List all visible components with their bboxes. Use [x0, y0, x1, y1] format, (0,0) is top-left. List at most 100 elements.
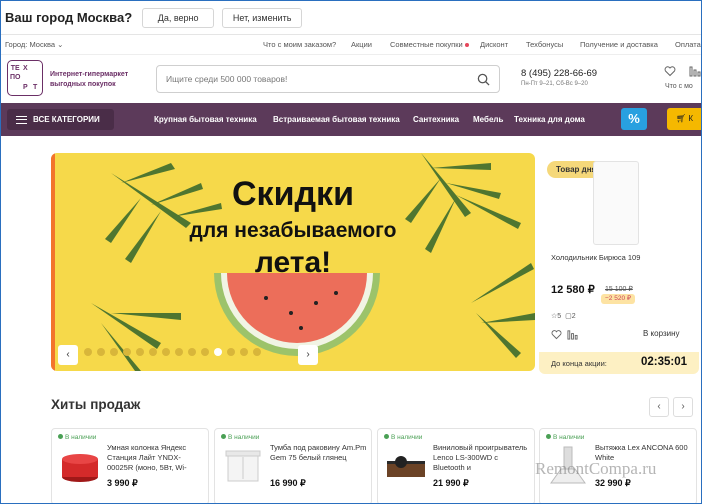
search-placeholder: Ищите среди 500 000 товаров!	[166, 74, 288, 84]
pagination-dot[interactable]	[240, 348, 248, 356]
product-price: 32 990 ₽	[595, 478, 631, 488]
stock-status: В наличии	[546, 434, 584, 441]
compare-icon[interactable]	[689, 65, 701, 77]
watermark: RemontCompa.ru	[535, 459, 657, 478]
fridge-image[interactable]	[593, 161, 639, 245]
pagination-dot[interactable]	[84, 348, 92, 356]
phone-number[interactable]: 8 (495) 228-66-69	[521, 68, 597, 79]
category-nav: ВСЕ КАТЕГОРИИ Крупная бытовая техника Вс…	[1, 103, 701, 136]
rating-value: 5	[557, 313, 562, 320]
link-delivery[interactable]: Получение и доставка	[580, 40, 658, 49]
search-icon[interactable]	[477, 73, 490, 86]
product-card[interactable]: В наличии Умная колонка Яндекс Станция Л…	[51, 428, 209, 503]
pagination-dot[interactable]	[162, 348, 170, 356]
banner-prev-button[interactable]: ‹	[58, 345, 78, 365]
logo-letters: ПО	[10, 74, 21, 82]
change-city-button[interactable]: Нет, изменить	[222, 7, 303, 28]
logo-letters: Р	[23, 83, 28, 91]
search-input[interactable]: Ищите среди 500 000 товаров!	[156, 65, 500, 93]
turntable-image	[387, 456, 425, 477]
heart-icon[interactable]	[551, 329, 562, 340]
link-order-status[interactable]: Что с моим заказом?	[263, 40, 336, 49]
product-name[interactable]: Тумба под раковину Am.Pm Gem 75 белый гл…	[270, 443, 368, 463]
work-hours: Пн-Пт 9–21, Сб-Вс 9–20	[521, 81, 588, 87]
banner-title-line1: Скидки	[232, 175, 354, 213]
chevron-down-icon: ⌄	[57, 40, 64, 49]
comment-icon: ▢	[565, 313, 572, 320]
store-tagline: Интернет-гипермаркет выгодных покупок	[50, 71, 129, 88]
nav-item-furniture[interactable]: Мебель	[473, 115, 503, 124]
logo-letters: ТЕ	[10, 65, 20, 73]
product-price: 21 990 ₽	[433, 478, 469, 488]
city-selector[interactable]: Город: Москва ⌄	[5, 40, 63, 49]
notification-dot	[464, 43, 469, 48]
product-of-day-stats: ☆5 ▢2	[551, 312, 576, 320]
logo[interactable]: ТЕ Х ПО Р Т	[7, 60, 43, 96]
pagination-dot[interactable]	[175, 348, 183, 356]
promo-timer: До конца акции: 02:35:01	[539, 352, 699, 374]
pagination-dot[interactable]	[123, 348, 131, 356]
stock-status: В наличии	[384, 434, 422, 441]
city-question: Ваш город Москва?	[5, 10, 133, 25]
product-name[interactable]: Умная колонка Яндекс Станция Лайт YNDX-0…	[107, 443, 205, 473]
pagination-dot[interactable]	[227, 348, 235, 356]
banner-pagination	[84, 348, 266, 356]
product-card[interactable]: В наличии Виниловый проигрыватель Lenco …	[377, 428, 535, 503]
link-discount[interactable]: Дисконт	[480, 40, 508, 49]
link-payment[interactable]: Оплата	[675, 40, 701, 49]
compare-icon[interactable]	[567, 329, 578, 340]
promo-banner[interactable]: Скидки для незабываемого лета! ‹ ›	[51, 153, 535, 371]
product-of-day-price: 12 580 ₽	[551, 284, 595, 296]
pagination-dot[interactable]	[214, 348, 222, 356]
cart-icon: 🛒︎	[676, 114, 687, 123]
promo-percent-button[interactable]: %	[621, 108, 647, 130]
nav-item-built-in-appliances[interactable]: Встраиваемая бытовая техника	[273, 115, 400, 124]
top-links-bar: Город: Москва ⌄ Что с моим заказом? Акци…	[1, 35, 701, 55]
add-to-cart-button[interactable]: В корзину	[643, 329, 680, 338]
banner-title-line3: лета!	[254, 246, 332, 279]
order-status-label[interactable]: Что с мо	[665, 83, 693, 90]
banner-next-button[interactable]: ›	[298, 345, 318, 365]
smart-speaker-image	[62, 454, 98, 482]
confirm-city-button[interactable]: Да, верно	[142, 7, 215, 28]
pagination-dot[interactable]	[253, 348, 261, 356]
pagination-dot[interactable]	[136, 348, 144, 356]
bestsellers-prev-button[interactable]: ‹	[649, 397, 669, 417]
bestsellers-heading: Хиты продаж	[51, 397, 141, 412]
bestsellers-next-button[interactable]: ›	[673, 397, 693, 417]
link-joint-purchases[interactable]: Совместные покупки	[390, 40, 469, 49]
pagination-dot[interactable]	[188, 348, 196, 356]
menu-icon	[16, 115, 27, 124]
pagination-dot[interactable]	[97, 348, 105, 356]
link-promotions[interactable]: Акции	[351, 40, 372, 49]
timer-value: 02:35:01	[640, 356, 687, 368]
nav-item-plumbing[interactable]: Сантехника	[413, 115, 459, 124]
nav-item-large-appliances[interactable]: Крупная бытовая техника	[154, 115, 257, 124]
link-techbonus[interactable]: Техбонусы	[526, 40, 563, 49]
logo-letters: Т	[32, 83, 38, 91]
pagination-dot[interactable]	[201, 348, 209, 356]
product-of-day-discount: −2 520 ₽	[601, 294, 636, 304]
all-categories-button[interactable]: ВСЕ КАТЕГОРИИ	[7, 109, 114, 130]
stock-status: В наличии	[58, 434, 96, 441]
product-price: 16 990 ₽	[270, 478, 306, 488]
product-name[interactable]: Виниловый проигрыватель Lenco LS-300WD с…	[433, 443, 531, 473]
page: Ваш город Москва? Да, верно Нет, изменит…	[0, 0, 702, 504]
pagination-dot[interactable]	[110, 348, 118, 356]
banner-title-line2: для незабываемого	[189, 219, 397, 242]
timer-label: До конца акции:	[551, 359, 607, 368]
product-price: 3 990 ₽	[107, 478, 138, 488]
cart-button[interactable]: 🛒︎ К	[667, 108, 701, 130]
all-categories-label: ВСЕ КАТЕГОРИИ	[33, 115, 100, 124]
nav-item-home-appliances[interactable]: Техника для дома	[514, 115, 585, 124]
product-of-day-old-price: 15 100 ₽	[605, 286, 633, 293]
heart-icon[interactable]	[664, 65, 676, 77]
product-of-day-name[interactable]: Холодильник Бирюса 109	[551, 253, 640, 262]
logo-letters: Х	[23, 65, 28, 73]
stock-status: В наличии	[221, 434, 259, 441]
reviews-count: 2	[571, 313, 576, 320]
pagination-dot[interactable]	[149, 348, 157, 356]
vanity-cabinet-image	[225, 450, 261, 482]
city-confirm-bar: Ваш город Москва? Да, верно Нет, изменит…	[1, 1, 701, 35]
product-card[interactable]: В наличии Тумба под раковину Am.Pm Gem 7…	[214, 428, 372, 503]
